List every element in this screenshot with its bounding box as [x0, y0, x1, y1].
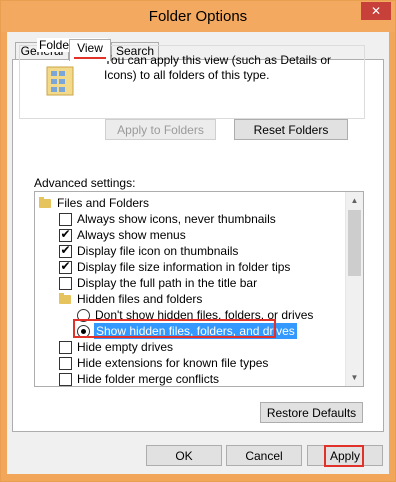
close-button[interactable]: ✕ [361, 2, 391, 20]
folder-views-description: You can apply this view (such as Details… [104, 53, 332, 82]
option-label: Display file icon on thumbnails [77, 244, 239, 258]
advanced-settings-list[interactable]: Files and Folders Always show icons, nev… [34, 191, 364, 387]
checkbox-checked[interactable]: ✔ [59, 243, 72, 258]
option-label: Display file size information in folder … [77, 260, 291, 274]
apply-to-folders-button[interactable]: Apply to Folders [105, 119, 216, 140]
checkmark-icon: ✔ [60, 243, 71, 257]
checkbox[interactable] [59, 373, 72, 386]
folder-icon [39, 197, 51, 208]
checkbox-checked[interactable]: ✔ [59, 227, 72, 242]
folder-icon [59, 293, 71, 304]
cancel-button[interactable]: Cancel [226, 445, 302, 466]
option-label: Always show menus [77, 228, 186, 242]
checkmark-icon: ✔ [60, 259, 71, 273]
highlight-outline-show-hidden [73, 319, 276, 338]
checkbox[interactable] [59, 213, 72, 226]
folder-view-icon [46, 66, 74, 96]
ok-button[interactable]: OK [146, 445, 222, 466]
scroll-thumb[interactable] [348, 210, 361, 276]
tree-folder-label: Hidden files and folders [77, 292, 203, 306]
option-label: Hide empty drives [77, 340, 174, 354]
tab-view-underline [74, 57, 106, 59]
checkmark-icon: ✔ [60, 227, 71, 241]
tree-folder-label: Files and Folders [57, 196, 150, 210]
title-bar[interactable]: Folder Options ✕ [1, 1, 395, 32]
scroll-up-icon[interactable]: ▲ [346, 192, 363, 209]
highlight-outline-apply [324, 445, 364, 467]
reset-folders-button[interactable]: Reset Folders [234, 119, 348, 140]
scroll-down-icon[interactable]: ▼ [346, 369, 363, 386]
option-label: Display the full path in the title bar [77, 276, 258, 290]
checkbox[interactable] [59, 341, 72, 354]
close-icon: ✕ [370, 4, 382, 18]
option-label: Hide folder merge conflicts [77, 372, 220, 386]
tab-view-label: View [77, 41, 103, 55]
checkbox-checked[interactable]: ✔ [59, 259, 72, 274]
checkbox[interactable] [59, 277, 72, 290]
advanced-settings-label: Advanced settings: [34, 176, 136, 190]
vertical-scrollbar[interactable]: ▲ ▼ [345, 192, 363, 386]
option-label: Hide extensions for known file types [77, 356, 269, 370]
folder-options-window: Folder Options ✕ General View Search Fol… [0, 0, 396, 482]
window-title: Folder Options [148, 8, 248, 25]
checkbox[interactable] [59, 357, 72, 370]
tab-view[interactable]: View [69, 39, 111, 61]
option-label: Always show icons, never thumbnails [77, 212, 276, 226]
restore-defaults-button[interactable]: Restore Defaults [260, 402, 363, 423]
